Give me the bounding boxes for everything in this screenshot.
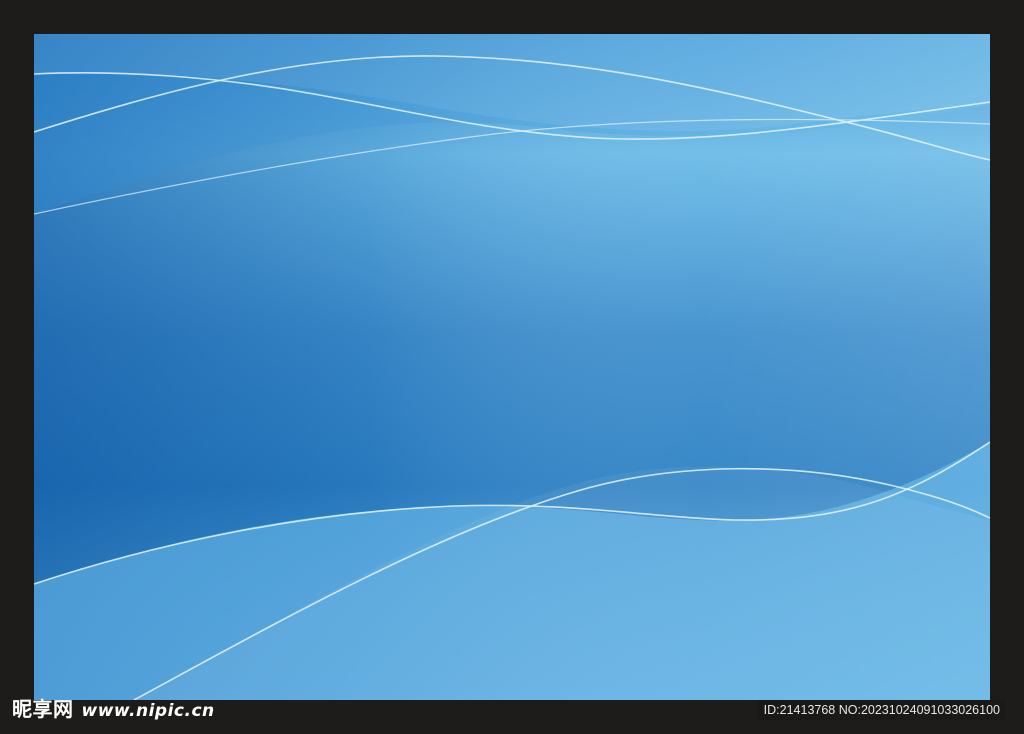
wave-graphic xyxy=(34,34,990,700)
site-watermark: 昵享网 www.nipic.cn xyxy=(12,693,215,722)
watermark-site-url: www.nipic.cn xyxy=(81,701,215,721)
blue-wave-background xyxy=(34,34,990,700)
image-id-label: ID:21413768 NO:20231024091033026100 xyxy=(757,700,1006,720)
image-frame: 昵享网 www.nipic.cn ID:21413768 NO:20231024… xyxy=(0,0,1024,734)
watermark-site-name: 昵享网 xyxy=(12,697,74,721)
